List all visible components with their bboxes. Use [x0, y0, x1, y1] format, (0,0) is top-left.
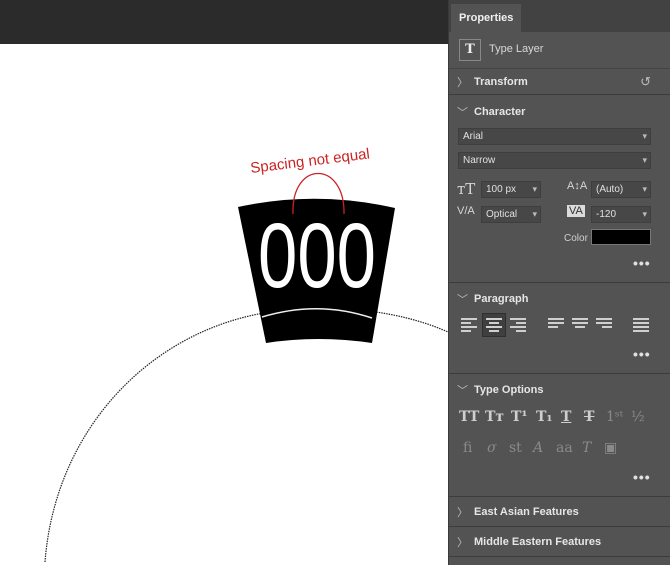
more-options-icon[interactable]: •••	[633, 469, 651, 485]
top-toolbar	[0, 0, 448, 44]
chevron-down-icon[interactable]: ﹀	[457, 291, 468, 307]
divider	[449, 94, 670, 95]
ligatures-icon[interactable]: fi	[463, 440, 472, 456]
tracking-value: -120	[596, 209, 617, 220]
layer-type-label: Type Layer	[489, 43, 544, 55]
leading-value: (Auto)	[596, 184, 624, 195]
discretionary-ligatures-icon[interactable]: st	[509, 440, 522, 456]
font-style-value: Narrow	[463, 155, 496, 166]
more-options-icon[interactable]: •••	[633, 255, 651, 271]
titling-alternates-icon[interactable]: T	[582, 440, 591, 456]
type-layer-icon: T	[459, 39, 481, 61]
font-style-select[interactable]: Narrow ▾	[458, 152, 651, 169]
chevron-right-icon[interactable]: 〉	[457, 74, 468, 90]
divider	[449, 526, 670, 527]
section-middle-eastern[interactable]: 〉 Middle Eastern Features	[449, 528, 670, 556]
divider	[449, 373, 670, 374]
annotation-text: Spacing not equal	[249, 145, 370, 177]
panel-tab-bar: Properties	[449, 0, 670, 32]
section-title-middle-eastern: Middle Eastern Features	[474, 536, 602, 548]
font-size-icon: ᴛT	[457, 180, 476, 198]
font-size-field[interactable]: 100 px ▾	[481, 181, 541, 198]
chevron-right-icon[interactable]: 〉	[457, 534, 468, 550]
section-east-asian[interactable]: 〉 East Asian Features	[449, 498, 670, 526]
ordinals-icon[interactable]: 1ˢᵗ	[606, 409, 623, 425]
tracking-icon: VA	[567, 205, 585, 217]
strikethrough-icon[interactable]: T	[584, 409, 594, 425]
section-title-character: Character	[474, 106, 526, 118]
tab-properties[interactable]: Properties	[451, 4, 522, 32]
justify-left-icon[interactable]	[548, 318, 564, 334]
align-center-icon[interactable]	[486, 318, 502, 334]
chevron-down-icon: ▾	[532, 209, 537, 219]
leading-field[interactable]: (Auto) ▾	[591, 181, 651, 198]
contextual-alternates-icon[interactable]: ▣	[604, 440, 617, 456]
font-family-select[interactable]: Arial ▾	[458, 128, 651, 145]
chevron-down-icon: ▾	[532, 184, 537, 194]
align-right-icon[interactable]	[510, 318, 526, 334]
justify-all-icon[interactable]	[633, 318, 649, 334]
chevron-down-icon[interactable]: ﹀	[457, 104, 468, 120]
circle-path	[44, 307, 448, 563]
section-title-transform: Transform	[474, 76, 528, 88]
kerning-value: Optical	[486, 209, 518, 220]
small-caps-icon[interactable]: Tт	[485, 409, 504, 425]
all-caps-icon[interactable]: TT	[459, 409, 479, 425]
kerning-icon: V/A	[457, 205, 475, 217]
font-family-value: Arial	[463, 131, 484, 142]
chevron-down-icon[interactable]: ﹀	[457, 382, 468, 398]
justify-center-icon[interactable]	[572, 318, 588, 334]
align-left-icon[interactable]	[461, 318, 477, 334]
chevron-down-icon: ▾	[642, 155, 647, 165]
font-size-value: 100 px	[486, 184, 517, 195]
leading-icon: A↕A	[567, 180, 588, 192]
subscript-icon[interactable]: T₁	[536, 409, 553, 425]
more-options-icon[interactable]: •••	[633, 346, 651, 362]
section-type-options: ﹀ Type Options	[449, 376, 670, 404]
section-title-type-options: Type Options	[474, 384, 544, 396]
underline-icon[interactable]: T	[561, 409, 571, 425]
stylistic-alternates-icon[interactable]: aa	[556, 440, 573, 456]
chevron-right-icon[interactable]: 〉	[457, 504, 468, 520]
chevron-down-icon: ▾	[642, 209, 647, 219]
swash-icon[interactable]: A	[533, 440, 543, 456]
reset-transform-icon[interactable]: ↺	[640, 74, 651, 90]
color-label: Color	[564, 233, 588, 244]
tracking-field[interactable]: -120 ▾	[591, 206, 651, 223]
kerning-field[interactable]: Optical ▾	[481, 206, 541, 223]
sample-text: 000	[258, 205, 376, 307]
chevron-down-icon: ▾	[642, 184, 647, 194]
document-canvas[interactable]: 000 Spacing not equal	[0, 44, 448, 565]
text-color-swatch[interactable]	[591, 229, 651, 245]
properties-panel: Properties T Type Layer 〉 Transform ↺ ﹀ …	[448, 0, 670, 565]
divider	[449, 282, 670, 283]
justify-right-icon[interactable]	[596, 318, 612, 334]
layer-type-row: T Type Layer	[449, 32, 670, 69]
section-transform[interactable]: 〉 Transform ↺	[449, 68, 670, 96]
divider	[449, 556, 670, 557]
section-paragraph: ﹀ Paragraph	[449, 285, 670, 313]
section-character: ﹀ Character	[449, 98, 670, 126]
divider	[449, 496, 670, 497]
section-title-east-asian: East Asian Features	[474, 506, 579, 518]
section-title-paragraph: Paragraph	[474, 293, 529, 305]
old-style-icon[interactable]: σ	[487, 440, 497, 456]
superscript-icon[interactable]: T¹	[511, 409, 528, 425]
fractions-icon[interactable]: ½	[631, 409, 645, 425]
canvas-artwork: 000 Spacing not equal	[44, 145, 448, 563]
chevron-down-icon: ▾	[642, 131, 647, 141]
